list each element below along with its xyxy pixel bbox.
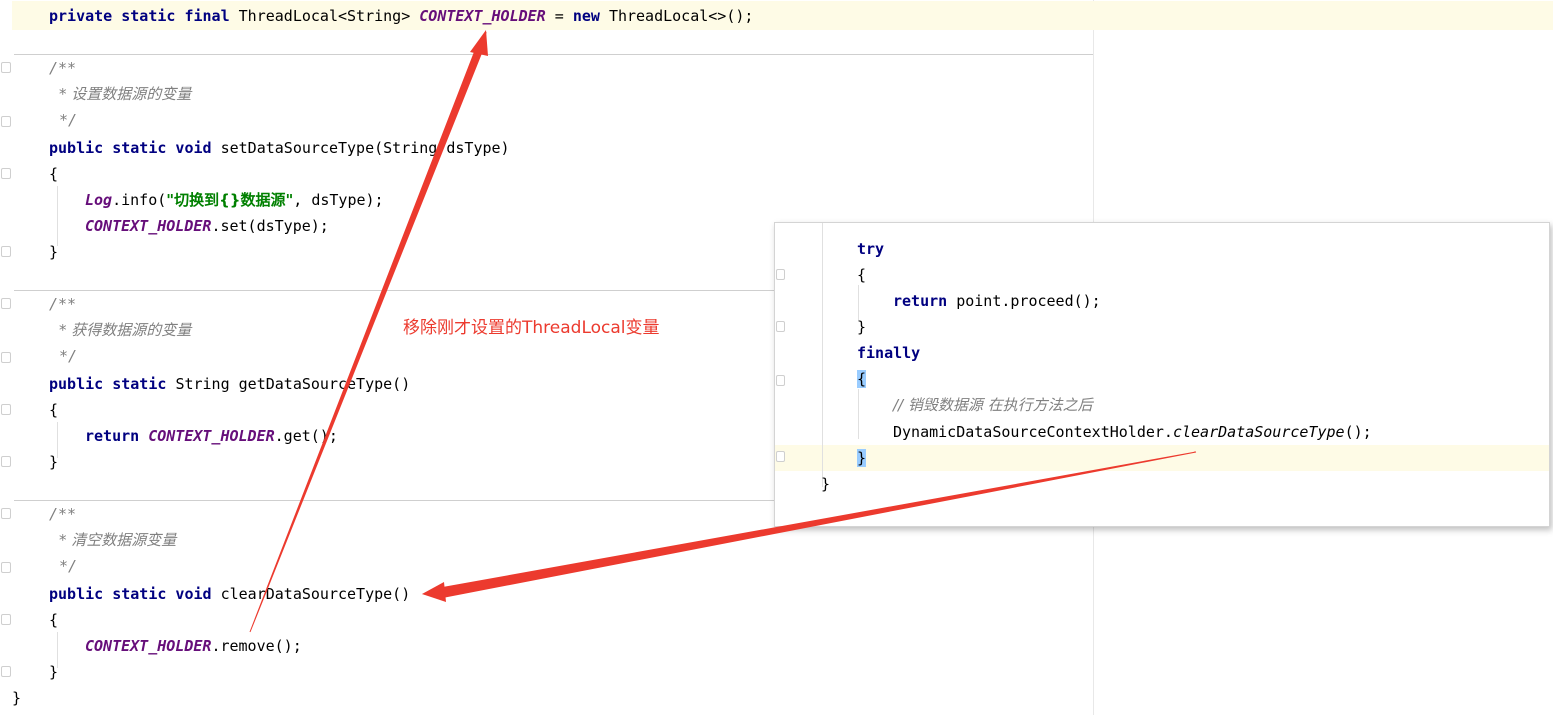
fold-marker-icon[interactable]	[776, 269, 785, 280]
keyword-try: try	[857, 240, 885, 258]
keyword-finally: finally	[857, 344, 921, 362]
brace-close: }	[857, 318, 867, 336]
editor-gutter	[0, 0, 12, 715]
fold-marker-icon[interactable]	[1, 246, 11, 257]
method-signature-clear[interactable]: public static void clearDataSourceType()	[49, 584, 410, 604]
indent-guide	[858, 285, 859, 321]
comment-line: */	[59, 347, 78, 365]
brace-open: {	[857, 266, 867, 284]
field-name: CONTEXT_HOLDER	[85, 217, 212, 235]
keyword: public static void	[49, 585, 212, 603]
comment-line: * 设置数据源的变量	[59, 84, 191, 104]
comment-text: * 获得数据源的变量	[59, 321, 192, 339]
comment-line: * 获得数据源的变量	[59, 320, 191, 340]
code-line-return[interactable]: return CONTEXT_HOLDER.get();	[85, 426, 338, 446]
call-end: ();	[1344, 423, 1372, 441]
log-args: , dsType);	[293, 191, 384, 209]
current-line-highlight	[775, 445, 1549, 471]
comment-line: // 销毁数据源 在执行方法之后	[893, 395, 1093, 415]
field-name: CONTEXT_HOLDER	[148, 427, 275, 445]
fold-marker-icon[interactable]	[1, 508, 11, 519]
code-line-clear-call[interactable]: DynamicDataSourceContextHolder.clearData…	[893, 422, 1372, 442]
type-name: ThreadLocal<String>	[238, 7, 411, 25]
fold-marker-icon[interactable]	[1, 298, 11, 309]
method-call: .get();	[274, 427, 338, 445]
code-line-set[interactable]: CONTEXT_HOLDER.set(dsType);	[85, 216, 329, 236]
matched-brace: }	[857, 449, 867, 467]
code-line-log[interactable]: Log.info("切换到{}数据源", dsType);	[85, 190, 384, 210]
signature-text: setDataSourceType(String dsType)	[220, 139, 510, 157]
comment-line: /**	[49, 505, 77, 523]
fold-marker-icon[interactable]	[1, 168, 11, 179]
keyword-new: new	[572, 7, 600, 25]
fold-marker-icon[interactable]	[1, 62, 11, 73]
indent-guide	[57, 186, 58, 246]
comment-text: // 销毁数据源 在执行方法之后	[893, 396, 1093, 414]
keyword-return: return	[85, 427, 140, 445]
code-line-remove[interactable]: CONTEXT_HOLDER.remove();	[85, 636, 302, 656]
class-brace-close: }	[12, 689, 22, 707]
keyword-return: return	[893, 292, 948, 310]
string-literal: "切换到{}数据源"	[166, 191, 294, 209]
keyword: private static final	[49, 7, 230, 25]
matched-brace: {	[857, 370, 867, 388]
brace-open: {	[49, 165, 59, 183]
comment-line: /**	[49, 295, 77, 313]
brace-open: {	[49, 401, 59, 419]
brace-close: }	[49, 243, 59, 261]
method-signature-set[interactable]: public static void setDataSourceType(Str…	[49, 138, 510, 158]
log-object: Log	[85, 191, 113, 209]
fold-marker-icon[interactable]	[1, 404, 11, 415]
brace-open: {	[49, 611, 59, 629]
comment-line: */	[59, 557, 78, 575]
static-method: clearDataSourceType	[1172, 423, 1345, 441]
fold-marker-icon[interactable]	[1, 666, 11, 677]
fold-marker-icon[interactable]	[776, 375, 785, 386]
brace-close: }	[49, 453, 59, 471]
fold-marker-icon[interactable]	[776, 321, 785, 332]
fold-marker-icon[interactable]	[1, 456, 11, 467]
brace-close: }	[821, 475, 831, 493]
method-call: .remove();	[211, 637, 302, 655]
comment-line: /**	[49, 59, 77, 77]
field-name: CONTEXT_HOLDER	[419, 7, 546, 25]
method-call: .set(dsType);	[211, 217, 329, 235]
field-name: CONTEXT_HOLDER	[85, 637, 212, 655]
fold-marker-icon[interactable]	[1, 562, 11, 573]
code-line-return[interactable]: return point.proceed();	[893, 291, 1101, 311]
signature-text: clearDataSourceType()	[220, 585, 411, 603]
brace-close: }	[49, 663, 59, 681]
comment-line: */	[59, 111, 78, 129]
keyword: public static	[49, 375, 167, 393]
method-signature-get[interactable]: public static String getDataSourceType()	[49, 374, 410, 394]
log-call: .info(	[112, 191, 167, 209]
code-line-field-declaration[interactable]: private static final ThreadLocal<String>…	[49, 6, 753, 26]
fold-marker-icon[interactable]	[1, 614, 11, 625]
keyword: public static void	[49, 139, 212, 157]
code-snippet-panel: try { return point.proceed(); } finally …	[774, 222, 1550, 527]
return-expression: point.proceed();	[956, 292, 1101, 310]
indent-guide	[822, 223, 823, 487]
fold-marker-icon[interactable]	[1, 116, 11, 127]
fold-marker-icon[interactable]	[776, 451, 785, 462]
annotation-text: 移除刚才设置的ThreadLocal变量	[403, 318, 660, 338]
comment-line: * 清空数据源变量	[59, 530, 176, 550]
brace-open-matched: {	[857, 369, 867, 389]
signature-text: String getDataSourceType()	[175, 375, 411, 393]
comment-text: * 清空数据源变量	[59, 531, 177, 549]
brace-close-matched: }	[857, 448, 867, 468]
indent-guide	[858, 389, 859, 439]
fold-marker-icon[interactable]	[1, 352, 11, 363]
method-separator	[14, 54, 1093, 55]
operator: =	[554, 7, 564, 25]
comment-text: * 设置数据源的变量	[59, 85, 192, 103]
class-reference: DynamicDataSourceContextHolder.	[893, 423, 1173, 441]
initializer: ThreadLocal<>();	[608, 7, 754, 25]
